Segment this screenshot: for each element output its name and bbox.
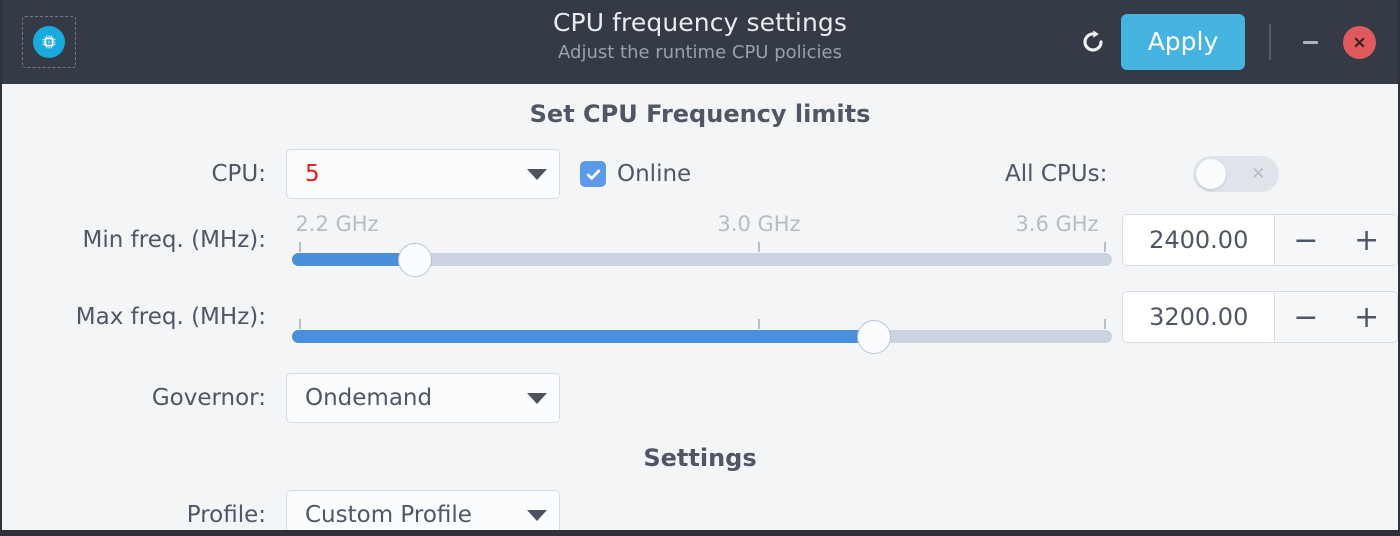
slider-ticks <box>292 319 1112 329</box>
all-cpus-toggle[interactable]: ✕ <box>1193 156 1280 192</box>
toggle-knob <box>1196 159 1227 189</box>
slider-tick-labels: 2.2 GHz 3.0 GHz 3.6 GHz <box>292 212 1112 242</box>
refresh-icon <box>1083 30 1103 52</box>
chevron-down-icon <box>527 168 547 180</box>
profile-label: Profile: <box>186 502 266 528</box>
max-freq-row: Max freq. (MHz): 3200.00 − + <box>2 289 1398 354</box>
page-title: Set CPU Frequency limits <box>529 100 871 128</box>
min-freq-decrement-button[interactable]: − <box>1275 215 1337 265</box>
tick-label: 3.0 GHz <box>717 212 801 236</box>
cpu-chip-icon <box>33 26 65 58</box>
titlebar: CPU frequency settings Adjust the runtim… <box>2 0 1398 84</box>
all-cpus-group: All CPUs: ✕ <box>1005 156 1280 192</box>
profile-select-value: Custom Profile <box>305 502 472 528</box>
tick-label: 3.6 GHz <box>1015 212 1099 236</box>
profile-row: Profile: Custom Profile <box>2 489 1398 530</box>
governor-select-value: Ondemand <box>305 385 433 411</box>
max-freq-value[interactable]: 3200.00 <box>1123 292 1276 342</box>
chevron-down-icon <box>527 509 547 521</box>
max-freq-spinbox[interactable]: 3200.00 − + <box>1122 291 1398 343</box>
chevron-down-icon <box>527 392 547 404</box>
cpu-label: CPU: <box>211 161 266 187</box>
min-freq-row: Min freq. (MHz): 2.2 GHz 3.0 GHz 3.6 GHz… <box>2 212 1398 277</box>
slider-handle[interactable] <box>857 320 891 354</box>
cpu-select-value: 5 <box>305 161 320 187</box>
slider-handle[interactable] <box>398 243 432 277</box>
online-label: Online <box>617 161 692 187</box>
max-freq-decrement-button[interactable]: − <box>1275 292 1337 342</box>
governor-row: Governor: Ondemand <box>2 372 1398 424</box>
profile-select[interactable]: Custom Profile <box>286 490 560 530</box>
min-freq-spinbox[interactable]: 2400.00 − + <box>1122 214 1398 266</box>
checkbox-box <box>580 161 606 187</box>
app-icon-button[interactable] <box>22 16 76 68</box>
minimize-button[interactable] <box>1293 25 1327 59</box>
close-button[interactable] <box>1343 25 1376 59</box>
min-freq-increment-button[interactable]: + <box>1336 215 1397 265</box>
settings-content: Set CPU Frequency limits CPU: 5 Online A… <box>2 84 1398 530</box>
max-freq-slider[interactable] <box>292 289 1112 354</box>
apply-button[interactable]: Apply <box>1121 14 1245 70</box>
close-icon <box>1354 37 1365 47</box>
max-freq-increment-button[interactable]: + <box>1336 292 1397 342</box>
cpu-frequency-settings-window: CPU frequency settings Adjust the runtim… <box>0 0 1400 536</box>
check-icon <box>586 169 600 180</box>
min-freq-label: Min freq. (MHz): <box>82 227 266 253</box>
settings-section-title: Settings <box>643 444 757 472</box>
slider-fill <box>292 253 415 266</box>
max-freq-label: Max freq. (MHz): <box>75 304 266 330</box>
titlebar-separator <box>1269 24 1271 60</box>
minimize-icon <box>1302 40 1318 44</box>
min-freq-slider[interactable]: 2.2 GHz 3.0 GHz 3.6 GHz <box>292 212 1112 277</box>
governor-select[interactable]: Ondemand <box>286 373 560 423</box>
refresh-button[interactable] <box>1071 20 1115 64</box>
cpu-row: CPU: 5 Online All CPUs: ✕ <box>2 148 1398 200</box>
governor-label: Governor: <box>151 385 266 411</box>
online-checkbox[interactable]: Online <box>580 161 691 187</box>
all-cpus-label: All CPUs: <box>1005 161 1108 187</box>
min-freq-value[interactable]: 2400.00 <box>1123 215 1276 265</box>
x-icon: ✕ <box>1251 163 1266 184</box>
tick-label: 2.2 GHz <box>295 212 379 236</box>
slider-fill <box>292 330 874 343</box>
cpu-select[interactable]: 5 <box>286 149 560 199</box>
titlebar-actions: Apply <box>1071 0 1376 84</box>
